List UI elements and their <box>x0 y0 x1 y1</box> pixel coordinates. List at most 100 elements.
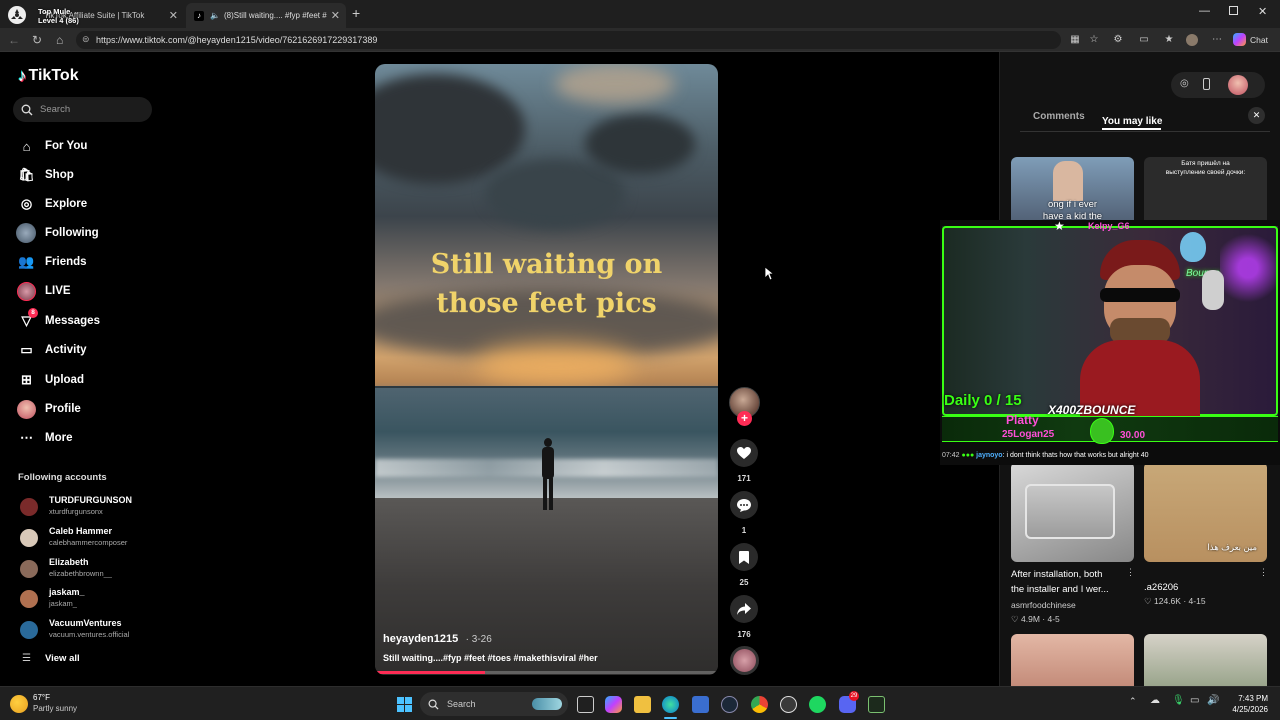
video-player[interactable]: Still waiting on those feet pics heyayde… <box>375 64 718 675</box>
steam-icon[interactable] <box>721 696 738 713</box>
follow-plus-icon[interactable]: + <box>737 411 752 426</box>
nav-item-for-you[interactable]: ⌂ For You <box>18 135 88 157</box>
network-icon[interactable]: ▭ <box>1190 695 1199 706</box>
partly-sunny-icon <box>10 695 28 713</box>
heart-icon <box>737 446 751 459</box>
speaker-icon[interactable]: 🔈 <box>210 11 220 20</box>
edge-icon[interactable] <box>662 696 679 713</box>
nav-item-explore[interactable]: ◎ Explore <box>18 193 87 215</box>
site-info-icon[interactable]: ⊜ <box>82 34 90 45</box>
volume-icon[interactable]: 🔊 <box>1207 695 1219 706</box>
nav-item-activity[interactable]: ▭ Activity <box>18 339 86 361</box>
nav-item-shop[interactable]: 🛍 Shop <box>18 164 74 186</box>
profile-avatar-icon[interactable] <box>1186 34 1198 46</box>
tiktok-logo[interactable]: ♪ TikTok <box>18 66 79 86</box>
like-button[interactable] <box>730 439 758 467</box>
video-thumbnail[interactable]: ong if i ever have a kid the <box>1011 157 1134 227</box>
nav-item-messages[interactable]: ▽ 8 Messages <box>18 308 100 332</box>
video-title-line1: After installation, both <box>1011 569 1103 580</box>
favorites-icon[interactable]: ★ <box>1163 34 1175 46</box>
close-window-button[interactable]: ✕ <box>1258 5 1267 18</box>
video-author[interactable]: heyayden1215 <box>383 633 458 645</box>
task-view-icon[interactable] <box>577 696 594 713</box>
nav-item-friends[interactable]: 👥 Friends <box>18 251 86 273</box>
video-title[interactable]: .a26206 <box>1144 582 1178 593</box>
video-date: 4-5 <box>1047 614 1060 624</box>
terminal-icon[interactable] <box>868 696 885 713</box>
file-explorer-icon[interactable] <box>634 696 651 713</box>
video-author[interactable]: asmrfoodchinese <box>1011 600 1076 610</box>
more-options-icon[interactable]: ⋯ <box>1211 34 1223 46</box>
thumb-text: Батя пришёл на выступление своей дочки: <box>1144 159 1267 177</box>
taskbar-search[interactable]: Search <box>420 692 568 716</box>
close-icon[interactable]: ✕ <box>331 9 340 22</box>
video-thumbnail[interactable] <box>1144 634 1267 686</box>
show-hidden-icons[interactable]: ⌃ <box>1129 696 1137 707</box>
video-thumbnail[interactable] <box>1011 634 1134 686</box>
share-button[interactable] <box>730 595 758 623</box>
home-button[interactable]: ⌂ <box>56 33 63 47</box>
user-avatar[interactable] <box>1228 75 1248 95</box>
view-all-link[interactable]: ☰ View all <box>22 653 80 664</box>
nav-item-live[interactable]: LIVE <box>17 280 71 302</box>
minimize-button[interactable]: — <box>1199 5 1210 17</box>
video-thumbnail[interactable]: مين بعرف هذا <box>1144 462 1267 562</box>
start-button[interactable] <box>397 697 412 712</box>
more-options-icon[interactable]: ⋮ <box>1259 567 1268 578</box>
refresh-button[interactable]: ↻ <box>32 33 42 47</box>
copilot-chat-button[interactable]: Chat <box>1233 33 1268 46</box>
sun-glow <box>475 344 635 384</box>
url-field[interactable]: ⊜ https://www.tiktok.com/@heyayden1215/v… <box>76 31 1061 49</box>
weather-widget[interactable]: 67°F Partly sunny <box>10 693 100 717</box>
maximize-button[interactable] <box>1229 6 1238 15</box>
video-description[interactable]: Still waiting....#fyp #feet #toes #maket… <box>383 653 598 663</box>
nav-item-upload[interactable]: ⊞ Upload <box>18 369 84 391</box>
comment-button[interactable] <box>730 491 758 519</box>
account-handle: xturdfurgunsonx <box>49 507 103 516</box>
tab-comments[interactable]: Comments <box>1033 111 1085 122</box>
cloud-shape <box>375 74 525 184</box>
clock[interactable]: 7:43 PM 4/25/2026 <box>1226 693 1268 715</box>
close-icon[interactable]: ✕ <box>169 9 178 22</box>
copilot-icon[interactable] <box>605 696 622 713</box>
nav-item-profile[interactable]: Profile <box>17 398 81 420</box>
video-progress-track[interactable] <box>375 671 718 674</box>
store-icon[interactable] <box>692 696 709 713</box>
chrome-icon[interactable] <box>751 696 768 713</box>
split-screen-icon[interactable]: ▦ <box>1069 34 1081 46</box>
thumb-sink <box>1025 484 1115 539</box>
video-thumbnail[interactable] <box>1011 462 1134 562</box>
nav-item-following[interactable]: Following <box>16 222 99 244</box>
search-highlight-icon <box>532 698 562 710</box>
video-date: · 3-26 <box>465 634 492 645</box>
favorite-star-icon[interactable]: ☆ <box>1088 34 1100 46</box>
extensions-icon[interactable]: ⚙ <box>1112 34 1124 46</box>
following-accounts-title: Following accounts <box>18 472 107 483</box>
video-title[interactable]: After installation, both the installer a… <box>1011 567 1126 597</box>
nav-item-more[interactable]: ⋯ More <box>18 427 72 449</box>
tab-you-may-like[interactable]: You may like <box>1102 111 1162 130</box>
cloud-icon[interactable]: ☁ <box>1150 695 1160 706</box>
tab-tiktok-video[interactable]: ♪ 🔈 (8)Still waiting.... #fyp #feet # ✕ <box>186 3 346 28</box>
video-thumbnail[interactable]: Батя пришёл на выступление своей дочки: <box>1144 157 1267 227</box>
microphone-icon[interactable]: 🎙 <box>1172 695 1185 706</box>
more-options-icon[interactable]: ⋮ <box>1126 567 1135 578</box>
close-panel-button[interactable]: ✕ <box>1248 107 1265 124</box>
spotify-icon[interactable] <box>809 696 826 713</box>
search-icon <box>21 104 33 115</box>
panel-toolbar: ◎ <box>1171 72 1265 98</box>
back-button[interactable]: ← <box>8 33 20 47</box>
new-tab-button[interactable]: + <box>352 5 360 21</box>
obs-icon[interactable] <box>780 696 797 713</box>
edge-active-indicator <box>664 717 677 719</box>
music-disc-icon[interactable] <box>730 646 759 675</box>
speed-icon[interactable]: ◎ <box>1180 78 1189 89</box>
search-input[interactable]: Search <box>13 97 152 122</box>
save-button[interactable] <box>730 543 758 571</box>
panel-divider <box>1020 131 1270 132</box>
notification-line2: Level 4 (86) <box>38 16 79 25</box>
view-all-label: View all <box>44 653 80 664</box>
nav-item-label: Following <box>45 227 99 239</box>
split-icon[interactable]: ▭ <box>1138 34 1150 46</box>
device-icon[interactable] <box>1203 78 1210 90</box>
